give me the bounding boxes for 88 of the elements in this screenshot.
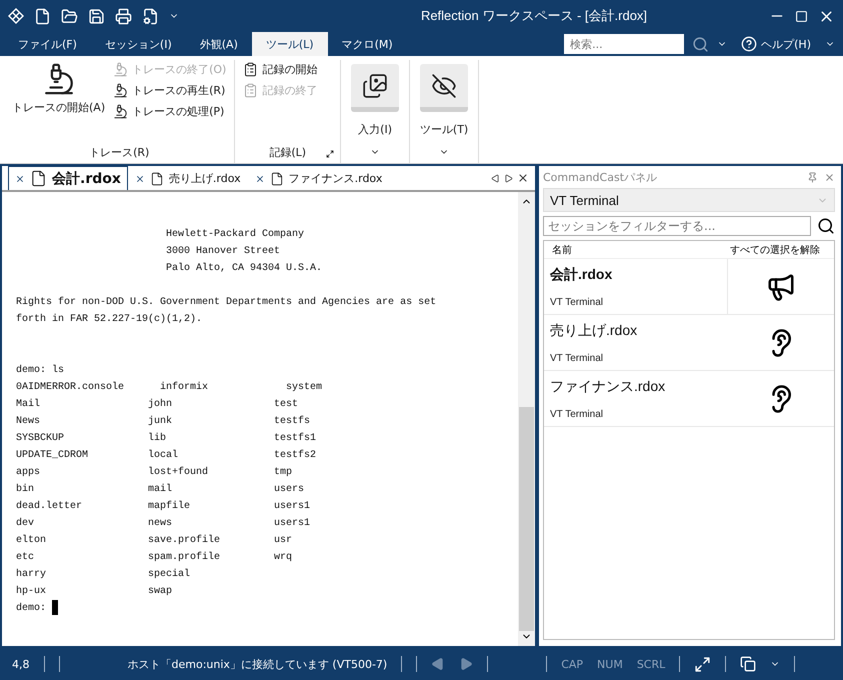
column-header[interactable]: すべての選択を解除 (728, 242, 834, 256)
menu-tab[interactable]: ツール(L) (252, 32, 328, 56)
search-icon[interactable] (817, 217, 835, 235)
close-icon[interactable] (254, 174, 265, 184)
terminal-line: 0AIDMERROR.console informix system (16, 380, 324, 395)
terminal-line: 3000 Hanover Street (165, 245, 282, 259)
file-settings-icon[interactable] (142, 8, 159, 24)
terminal-line: UPDATE_CDROM local testfs2 (16, 448, 318, 463)
session-type: VT Terminal (550, 296, 604, 308)
terminal-line: bin mail users (16, 482, 306, 497)
group-title: 記録(L) (269, 145, 306, 161)
ribbon-dropdown-button[interactable]: 入力(I) (347, 60, 404, 161)
menu-tab[interactable]: 外観(A) (186, 32, 252, 56)
scroll-bar[interactable] (518, 192, 535, 646)
document-icon (270, 172, 284, 186)
key-indicator: CAP (561, 658, 584, 670)
search-field[interactable]: 検索... (564, 34, 684, 54)
column-header: 名前 (551, 244, 573, 256)
help-button[interactable]: ヘルプ(H) (735, 35, 817, 53)
window-title: Reflection ワークスペース - [会計.rdox] (420, 7, 648, 25)
terminal-line: Mail john test (16, 398, 300, 412)
print-icon[interactable] (115, 8, 132, 24)
terminal-line: dev news users1 (16, 516, 312, 531)
terminal-line: Rights for non-DOD U.S. Government Departments and Agencies are as set (16, 296, 438, 310)
terminal-line: SYSBCKUP lib testfs1 (16, 432, 318, 446)
maximize-icon[interactable] (795, 10, 808, 22)
terminal-line: forth in FAR 52.227-19(c)(1,2). (16, 312, 204, 327)
close-icon[interactable] (15, 174, 25, 184)
terminal-line: dead.letter mapfile users1 (16, 500, 312, 514)
images-icon (362, 72, 388, 98)
terminal-line: apps lost+found tmp (16, 466, 294, 480)
dialog-launcher-icon[interactable] (326, 150, 334, 158)
menu-tab[interactable]: マクロ(M) (328, 32, 407, 56)
document-tab[interactable]: 会計.rdox (8, 166, 128, 190)
session-type: VT Terminal (550, 352, 604, 364)
terminal-line: News junk testfs (16, 414, 312, 429)
ribbon-button[interactable]: 記録の開始 (241, 60, 320, 79)
group-title: トレース(R) (88, 145, 150, 161)
filter-field[interactable]: セッションをフィルターする... (543, 216, 811, 236)
terminal-line: elton save.profile usr (16, 534, 294, 548)
cursor (52, 600, 58, 615)
status-message: ホスト「demo:unix」に接続しています (VT500-7) (128, 656, 388, 672)
key-indicator: SCRL (636, 658, 666, 670)
microscope-icon (113, 83, 128, 98)
terminal-line: demo: ls (16, 364, 66, 378)
document-icon (150, 172, 164, 186)
cursor-position: 4,8 (12, 658, 30, 670)
session-name: 売り上げ.rdox (550, 322, 638, 340)
scroll-left-icon[interactable] (491, 174, 500, 182)
close-icon[interactable] (517, 172, 529, 184)
key-indicator: NUM (597, 658, 623, 670)
menu-tab[interactable]: ファイル(F) (4, 32, 91, 56)
help-icon (741, 36, 758, 52)
pin-icon[interactable] (807, 172, 818, 182)
panel-title: CommandCastパネル (543, 170, 658, 184)
ribbon-dropdown-button[interactable]: ツール(T) (416, 60, 472, 161)
open-folder-icon[interactable] (61, 8, 78, 24)
clipboard-list-icon (243, 83, 258, 98)
previous-icon[interactable] (431, 657, 446, 671)
session-name: ファイナンス.rdox (550, 378, 666, 396)
terminal-line: etc spam.profile wrq (16, 550, 294, 565)
menu-tab[interactable]: セッション(I) (90, 32, 186, 56)
ribbon-button[interactable]: トレースの再生(R) (111, 81, 228, 100)
session-type-dropdown[interactable]: VT Terminal (543, 188, 835, 212)
terminal-line: Hewlett-Packard Company (165, 228, 306, 242)
app-logo-icon (8, 8, 24, 24)
microscope-icon (113, 62, 128, 77)
session-name: 会計.rdox (550, 266, 614, 284)
session-type: VT Terminal (550, 408, 604, 420)
close-icon[interactable] (134, 174, 145, 184)
save-icon[interactable] (88, 8, 105, 24)
terminal-line: harry special (16, 568, 192, 582)
expand-icon[interactable] (694, 656, 712, 672)
next-icon[interactable] (459, 657, 474, 671)
microscope-icon (113, 104, 128, 119)
new-file-icon[interactable] (34, 8, 51, 24)
document-icon (30, 170, 47, 187)
start-trace-button[interactable]: トレースの開始(A) (10, 60, 108, 145)
ribbon-button[interactable]: トレースの処理(P) (111, 102, 228, 121)
windows-icon[interactable] (740, 656, 756, 672)
eye-off-icon (431, 72, 458, 98)
session-row[interactable]: 会計.rdox VT Terminal (544, 259, 834, 315)
terminal-prompt: demo: (16, 600, 518, 617)
scroll-right-icon[interactable] (504, 174, 513, 182)
terminal-line: Palo Alto, CA 94304 U.S.A. (165, 262, 324, 276)
megaphone-icon[interactable] (766, 272, 796, 302)
clipboard-list-icon (243, 62, 258, 77)
terminal-line: hp-ux swap (16, 584, 174, 599)
